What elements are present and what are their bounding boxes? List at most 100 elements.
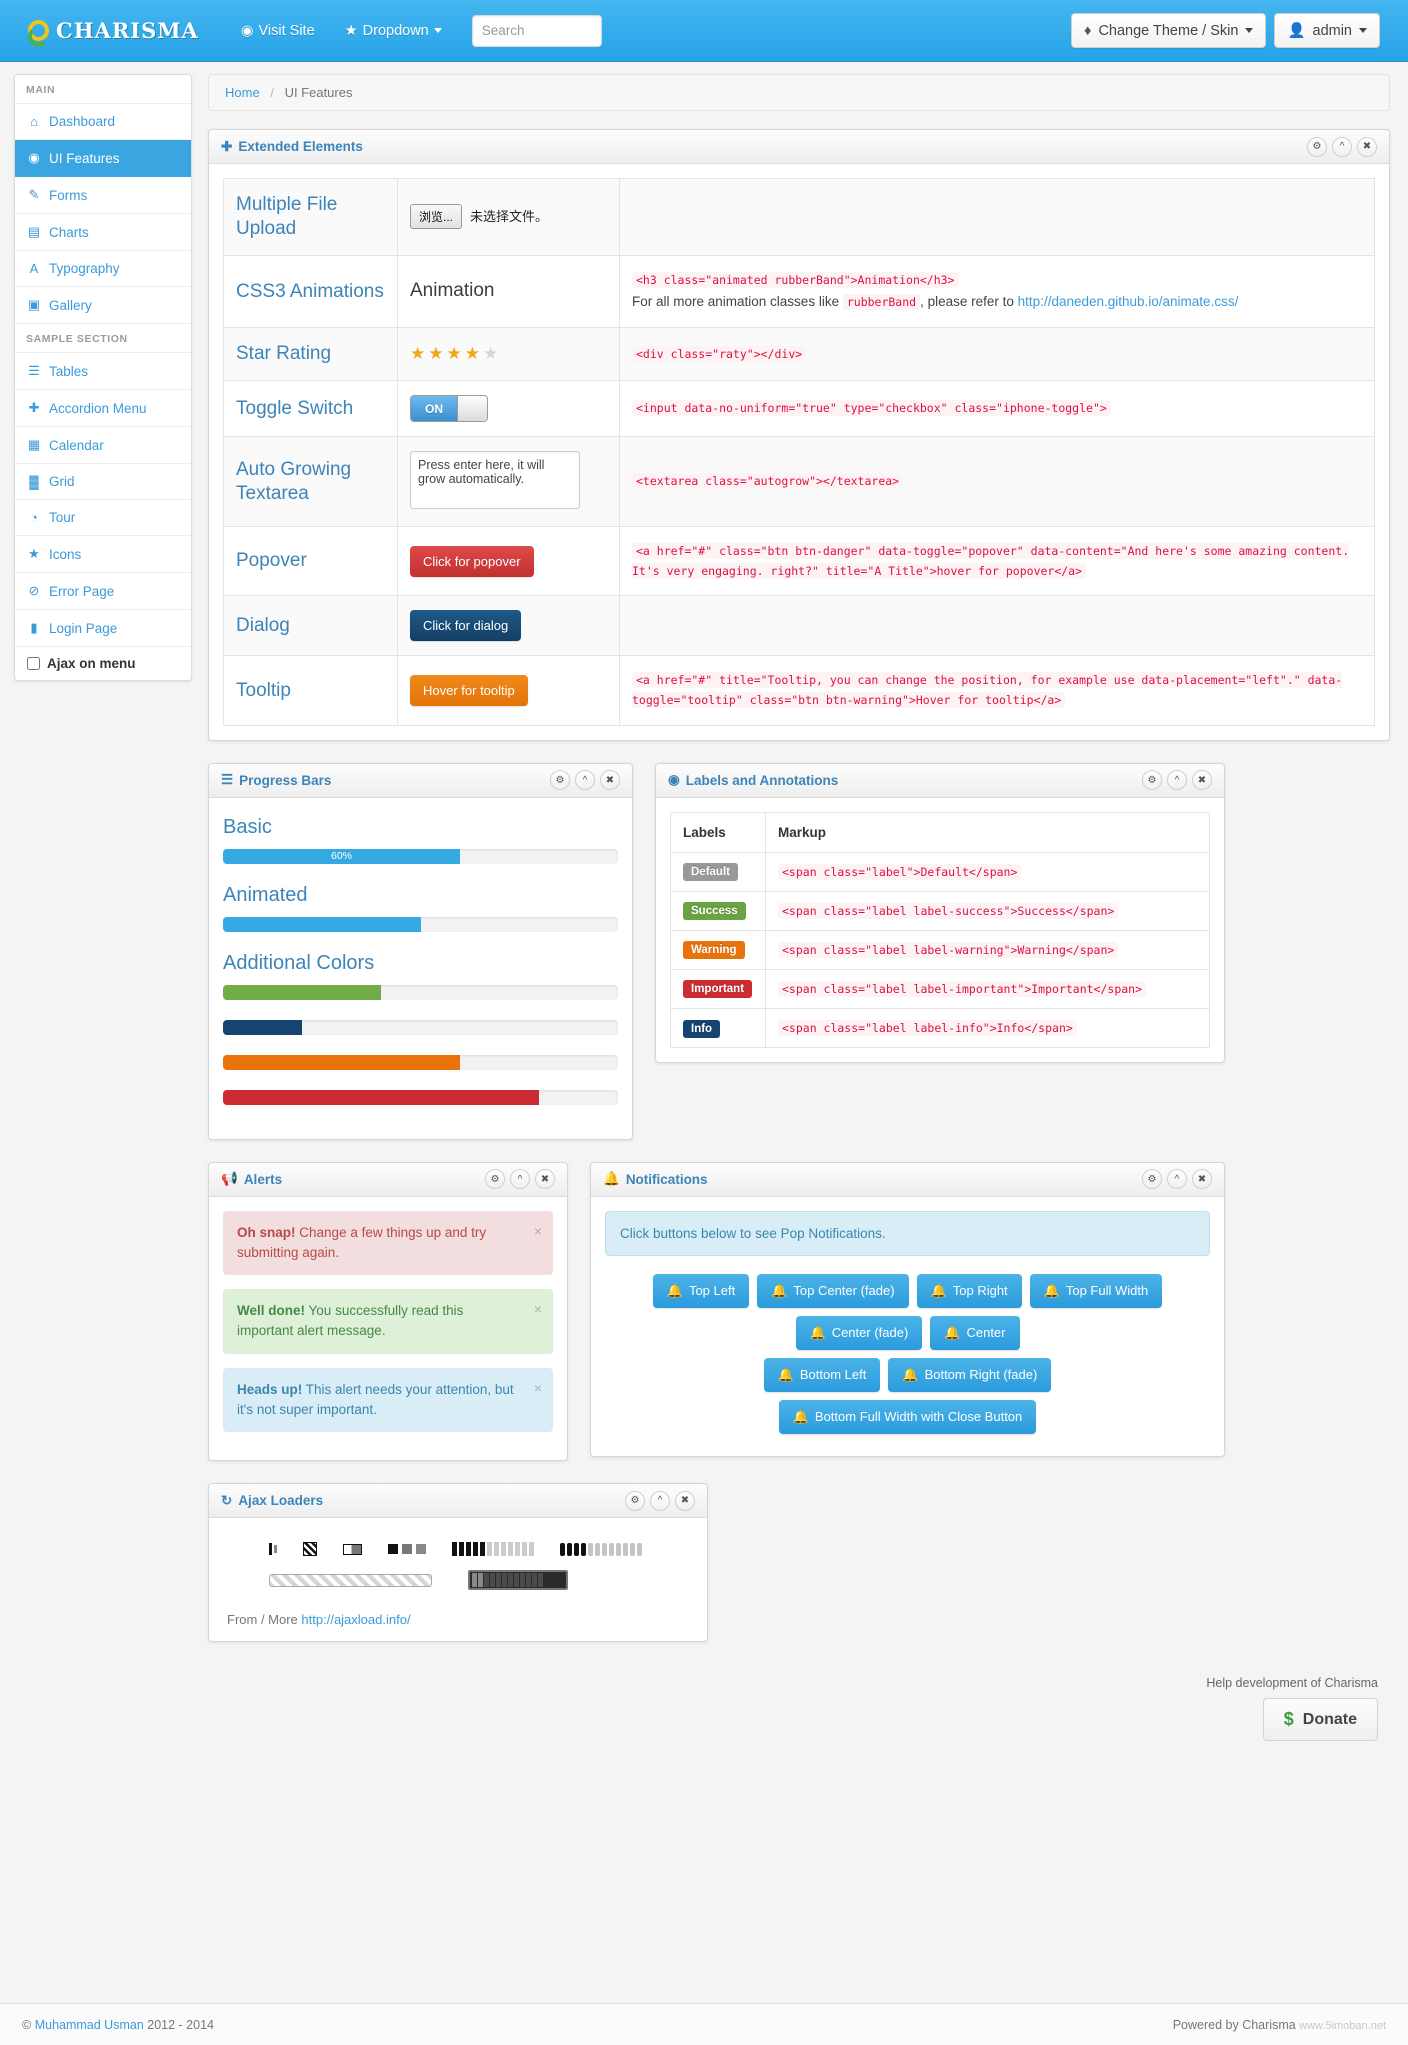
user-menu-button[interactable]: 👤 admin <box>1274 13 1380 48</box>
sidebar-item-label: Dashboard <box>49 114 116 129</box>
footer-author-link[interactable]: Muhammad Usman <box>35 2018 144 2032</box>
dialog-demo-button[interactable]: Click for dialog <box>410 610 522 642</box>
page-footer: © Muhammad Usman 2012 - 2014 Powered by … <box>0 2003 1408 2045</box>
collapse-icon[interactable]: ^ <box>1332 136 1352 157</box>
star-icon[interactable]: ★ <box>483 344 501 363</box>
notify-top-right-button[interactable]: 🔔 Top Right <box>916 1273 1022 1308</box>
file-status-text: 未选择文件。 <box>470 209 549 225</box>
sidebar-item-error-page[interactable]: ⊘ Error Page <box>15 573 191 610</box>
file-browse-button[interactable]: 浏览... <box>410 204 463 230</box>
notify-top-left-button[interactable]: 🔔 Top Left <box>652 1273 750 1308</box>
markup-cell: <span class="label label-info">Info</spa… <box>765 1007 1210 1049</box>
sidebar-item-forms[interactable]: ✎ Forms <box>15 177 191 214</box>
notify-center-fade-button[interactable]: 🔔 Center (fade) <box>795 1315 923 1350</box>
alert-alert-error: Oh snap! Change a few things up and try … <box>223 1210 553 1275</box>
collapse-icon[interactable]: ^ <box>510 1169 530 1189</box>
breadcrumb-home[interactable]: Home <box>225 85 260 100</box>
sidebar-item-ui-features[interactable]: ◉ UI Features <box>15 140 191 177</box>
collapse-icon[interactable]: ^ <box>1167 770 1187 790</box>
toggle-switch[interactable]: ON <box>410 395 488 422</box>
alert-strong: Oh snap! <box>237 1224 296 1240</box>
sidebar-item-typography[interactable]: A Typography <box>15 251 191 287</box>
notify-center-button[interactable]: 🔔 Center <box>930 1315 1020 1350</box>
change-theme-label: Change Theme / Skin <box>1098 22 1239 39</box>
close-icon[interactable]: × <box>534 1299 542 1320</box>
dropdown-label: Dropdown <box>362 22 429 39</box>
ajax-on-menu-checkbox[interactable] <box>27 657 40 670</box>
star-icon[interactable]: ★ <box>410 344 428 363</box>
code-note: For all more animation classes like rubb… <box>632 290 1362 314</box>
donate-button[interactable]: $ Donate <box>1262 1698 1378 1741</box>
extended-elements-table: Multiple File Upload 浏览... 未选择文件。 CSS3 An… <box>223 178 1375 726</box>
gear-icon[interactable]: ⚙ <box>1307 136 1327 157</box>
autogrow-textarea[interactable]: Press enter here, it will grow automatic… <box>410 451 580 509</box>
gear-icon[interactable]: ⚙ <box>1142 1169 1162 1189</box>
sidebar-item-dashboard[interactable]: ⌂ Dashboard <box>15 104 191 140</box>
progress-bar <box>223 1089 539 1105</box>
breadcrumb-separator: / <box>270 85 274 100</box>
close-icon[interactable]: ✖ <box>600 770 620 790</box>
close-icon[interactable]: ✖ <box>535 1169 555 1189</box>
gear-icon[interactable]: ⚙ <box>550 770 570 790</box>
loader-dark-bar-icon <box>468 1570 568 1590</box>
progress-bars-header: ☰ Progress Bars ⚙ ^ ✖ <box>209 763 632 798</box>
ajax-on-menu-row[interactable]: Ajax on menu <box>15 647 191 680</box>
toggle-knob[interactable] <box>457 396 487 421</box>
dropdown-menu[interactable]: ★ Dropdown <box>345 23 442 39</box>
gear-icon[interactable]: ⚙ <box>1142 770 1162 790</box>
ajax-loaders-header: ↻ Ajax Loaders ⚙ ^ ✖ <box>209 1484 707 1518</box>
sidebar-item-accordion-menu[interactable]: ✚ Accordion Menu <box>15 390 191 427</box>
tooltip-demo-button[interactable]: Hover for tooltip <box>410 674 528 706</box>
collapse-icon[interactable]: ^ <box>1167 1169 1187 1189</box>
notify-top-full-width-button[interactable]: 🔔 Top Full Width <box>1029 1273 1163 1308</box>
code-snippet: <textarea class="autogrow"></textarea> <box>632 473 904 490</box>
sidebar-item-login-page[interactable]: ▮ Login Page <box>15 610 191 647</box>
close-icon[interactable]: × <box>534 1378 542 1399</box>
ajaxload-link[interactable]: http://ajaxload.info/ <box>301 1612 410 1627</box>
star-icon[interactable]: ★ <box>428 344 446 363</box>
close-icon[interactable]: ✖ <box>675 1490 695 1511</box>
spinner-small-icon <box>269 1543 277 1555</box>
sidebar-item-calendar[interactable]: ▦ Calendar <box>15 427 191 464</box>
notification-button-row: 🔔 Top Left 🔔 Top Center (fade) 🔔 Top Rig… <box>605 1273 1210 1308</box>
gear-icon[interactable]: ⚙ <box>485 1169 505 1189</box>
notify-bottom-right-fade-button[interactable]: 🔔 Bottom Right (fade) <box>888 1357 1052 1392</box>
star-rating[interactable]: ★★★★★ <box>410 344 501 363</box>
progress-labels-row: ☰ Progress Bars ⚙ ^ ✖ Basic 60% Animated… <box>208 762 1390 1162</box>
star-icon[interactable]: ★ <box>447 344 465 363</box>
note-prefix: For all more animation classes like <box>632 293 840 309</box>
notify-bottom-left-button[interactable]: 🔔 Bottom Left <box>763 1357 881 1392</box>
collapse-icon[interactable]: ^ <box>650 1490 670 1511</box>
row-code <box>619 178 1375 256</box>
animate-css-link[interactable]: http://daneden.github.io/animate.css/ <box>1018 294 1239 309</box>
notify-button-label: Bottom Left <box>799 1367 867 1382</box>
sidebar-item-label: Error Page <box>49 583 115 599</box>
gear-icon[interactable]: ⚙ <box>625 1490 645 1511</box>
brand-logo[interactable]: CHARISMA <box>28 18 199 47</box>
popover-demo-button[interactable]: Click for popover <box>410 545 534 577</box>
close-icon[interactable]: ✖ <box>1357 136 1377 157</box>
close-icon[interactable]: ✖ <box>1192 1169 1212 1189</box>
search-input[interactable] <box>471 14 602 47</box>
code-snippet: <input data-no-uniform="true" type="chec… <box>632 400 1111 417</box>
sidebar-item-grid[interactable]: ▓ Grid <box>15 464 191 500</box>
extended-elements-header: ✚ Extended Elements ⚙ ^ ✖ <box>209 130 1389 164</box>
notify-bottom-full-width-with-close-button-button[interactable]: 🔔 Bottom Full Width with Close Button <box>778 1399 1037 1434</box>
close-icon[interactable]: ✖ <box>1192 770 1212 790</box>
notify-button-label: Center <box>966 1325 1006 1340</box>
collapse-icon[interactable]: ^ <box>575 770 595 790</box>
sidebar-item-tour[interactable]: ◔ Tour <box>15 500 191 536</box>
star-icon[interactable]: ★ <box>465 344 483 363</box>
sidebar-item-charts[interactable]: ▤ Charts <box>15 214 191 251</box>
sidebar-item-tables[interactable]: ☰ Tables <box>15 353 191 390</box>
close-icon[interactable]: × <box>534 1221 542 1242</box>
sidebar-item-icons[interactable]: ★ Icons <box>15 536 191 573</box>
progress-bar <box>223 1054 460 1070</box>
visit-site-link[interactable]: ◉ Visit Site <box>241 23 315 39</box>
bell-icon: 🔔 <box>1043 1282 1060 1298</box>
row-demo: Click for popover <box>397 525 620 597</box>
change-theme-button[interactable]: ♦ Change Theme / Skin <box>1071 13 1267 48</box>
home-icon: ⌂ <box>30 114 38 129</box>
sidebar-item-gallery[interactable]: ▣ Gallery <box>15 287 191 324</box>
notify-top-center-fade-button[interactable]: 🔔 Top Center (fade) <box>757 1273 909 1308</box>
